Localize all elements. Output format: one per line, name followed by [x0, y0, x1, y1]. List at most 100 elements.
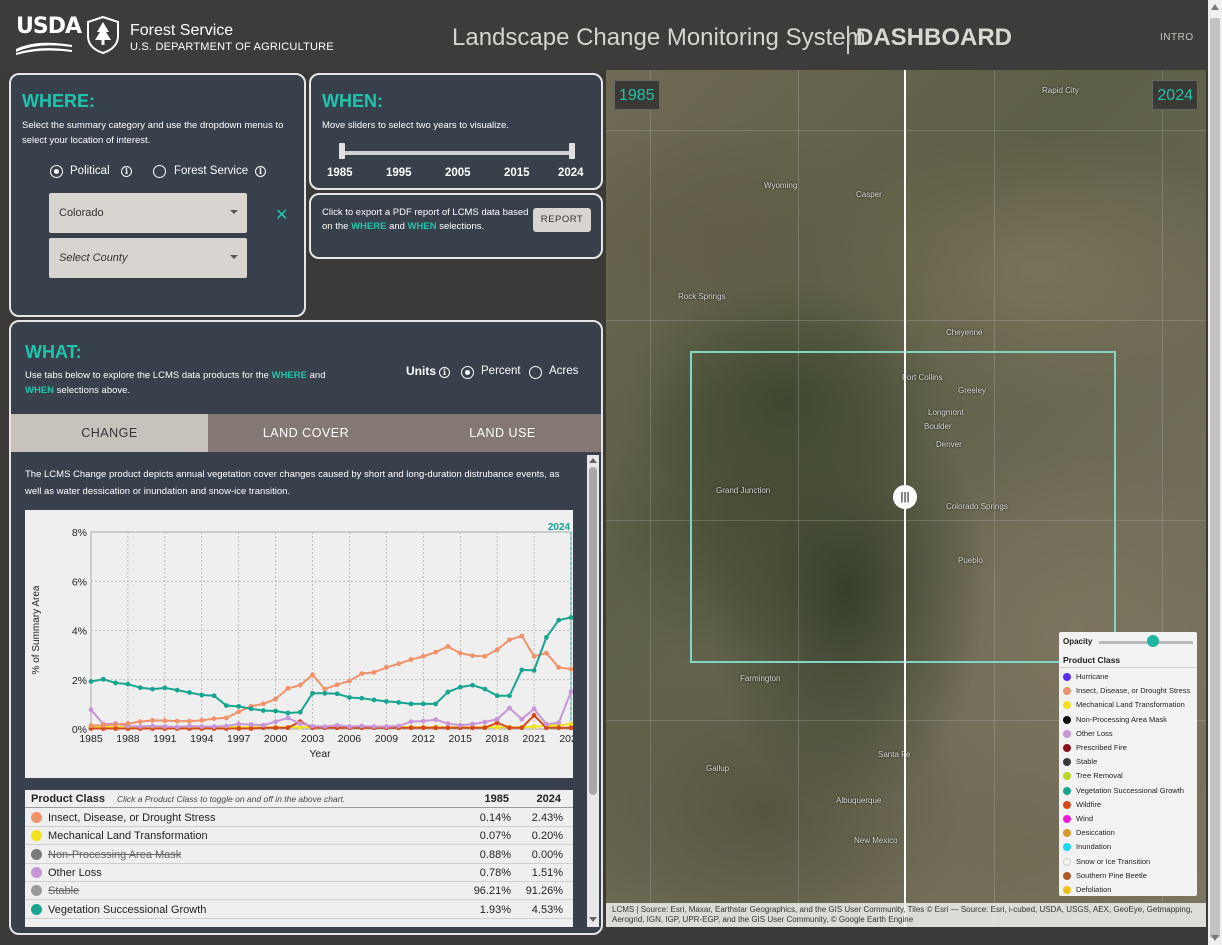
data-point-other-loss[interactable] [482, 719, 488, 725]
data-point-other-loss[interactable] [531, 706, 537, 712]
map-view[interactable]: Rapid City Wyoming Casper Rock Springs Cheye… [606, 70, 1206, 927]
scroll-up-arrow-icon[interactable] [589, 458, 597, 463]
data-point-vegetation-successional-growth[interactable] [273, 708, 279, 714]
data-point-vegetation-successional-growth[interactable] [408, 701, 414, 707]
data-point-other-loss[interactable] [322, 724, 328, 729]
data-point-insect-disease-or-drought-stress[interactable] [531, 653, 537, 659]
data-point-vegetation-successional-growth[interactable] [347, 695, 352, 700]
table-row[interactable]: Stable 96.21% 91.26% [25, 882, 573, 901]
data-point-insect-disease-or-drought-stress[interactable] [457, 650, 463, 656]
data-point-insect-disease-or-drought-stress[interactable] [433, 649, 439, 655]
data-point-insect-disease-or-drought-stress[interactable] [396, 661, 402, 667]
tab-change[interactable]: CHANGE [11, 414, 208, 452]
county-dropdown[interactable]: Select County [49, 238, 247, 278]
report-button[interactable]: REPORT [533, 208, 591, 232]
data-point-vegetation-successional-growth[interactable] [359, 695, 365, 701]
political-radio[interactable] [50, 165, 63, 178]
data-point-wildfire[interactable] [531, 713, 537, 718]
data-point-wildfire[interactable] [236, 726, 242, 731]
data-point-insect-disease-or-drought-stress[interactable] [359, 671, 365, 676]
data-point-vegetation-successional-growth[interactable] [322, 690, 328, 696]
data-point-insect-disease-or-drought-stress[interactable] [162, 718, 168, 724]
what-panel-scrollbar[interactable] [587, 455, 599, 927]
data-point-vegetation-successional-growth[interactable] [260, 708, 266, 713]
data-point-insect-disease-or-drought-stress[interactable] [137, 719, 143, 725]
tab-land-cover[interactable]: LAND COVER [208, 414, 404, 452]
data-point-vegetation-successional-growth[interactable] [310, 690, 315, 696]
data-point-vegetation-successional-growth[interactable] [334, 691, 340, 697]
data-point-insect-disease-or-drought-stress[interactable] [174, 718, 180, 724]
window-scrollbar[interactable] [1208, 0, 1222, 945]
data-point-other-loss[interactable] [359, 723, 365, 729]
data-point-other-loss[interactable] [310, 723, 315, 729]
data-point-vegetation-successional-growth[interactable] [162, 685, 168, 691]
data-point-insect-disease-or-drought-stress[interactable] [371, 669, 377, 675]
forest-service-radio-label[interactable]: Forest Service [174, 165, 248, 177]
data-point-insect-disease-or-drought-stress[interactable] [285, 685, 291, 691]
data-point-other-loss[interactable] [297, 721, 303, 726]
data-point-other-loss[interactable] [187, 723, 192, 729]
data-point-insect-disease-or-drought-stress[interactable] [482, 653, 488, 659]
data-point-other-loss[interactable] [174, 724, 180, 730]
data-point-wildfire[interactable] [556, 725, 562, 731]
opacity-slider[interactable] [1099, 641, 1193, 644]
political-radio-label[interactable]: Political [70, 165, 110, 177]
acres-radio-label[interactable]: Acres [549, 365, 578, 377]
data-point-other-loss[interactable] [543, 721, 549, 727]
data-point-other-loss[interactable] [211, 724, 217, 729]
data-point-vegetation-successional-growth[interactable] [457, 684, 463, 690]
data-point-wildfire[interactable] [408, 725, 414, 731]
data-point-vegetation-successional-growth[interactable] [543, 634, 549, 640]
data-point-vegetation-successional-growth[interactable] [383, 699, 389, 704]
data-point-vegetation-successional-growth[interactable] [371, 697, 377, 703]
start-year-handle[interactable] [339, 143, 345, 159]
data-point-vegetation-successional-growth[interactable] [531, 667, 537, 673]
data-point-insect-disease-or-drought-stress[interactable] [445, 644, 451, 649]
data-point-insect-disease-or-drought-stress[interactable] [211, 716, 217, 722]
data-point-other-loss[interactable] [248, 722, 254, 727]
data-point-vegetation-successional-growth[interactable] [420, 701, 426, 707]
data-point-insect-disease-or-drought-stress[interactable] [494, 647, 500, 653]
data-point-other-loss[interactable] [470, 721, 475, 727]
data-point-vegetation-successional-growth[interactable] [211, 693, 217, 699]
data-point-other-loss[interactable] [334, 722, 340, 728]
data-point-vegetation-successional-growth[interactable] [445, 689, 451, 695]
data-point-insect-disease-or-drought-stress[interactable] [347, 678, 352, 684]
data-point-vegetation-successional-growth[interactable] [100, 676, 106, 682]
data-point-mechanical-land-transformation[interactable] [531, 724, 537, 729]
data-point-vegetation-successional-growth[interactable] [396, 700, 402, 705]
data-point-other-loss[interactable] [236, 721, 242, 727]
data-point-vegetation-successional-growth[interactable] [519, 667, 525, 673]
table-row[interactable]: Vegetation Successional Growth 1.93% 4.53% [25, 901, 573, 919]
data-point-vegetation-successional-growth[interactable] [248, 706, 254, 712]
data-point-insect-disease-or-drought-stress[interactable] [507, 637, 512, 643]
data-point-insect-disease-or-drought-stress[interactable] [310, 672, 315, 678]
data-point-insect-disease-or-drought-stress[interactable] [334, 682, 340, 688]
data-point-other-loss[interactable] [199, 724, 205, 729]
data-point-insect-disease-or-drought-stress[interactable] [125, 721, 131, 726]
scroll-down-arrow-icon[interactable] [589, 917, 597, 922]
percent-radio[interactable] [461, 366, 474, 379]
data-point-vegetation-successional-growth[interactable] [174, 687, 180, 693]
data-point-insect-disease-or-drought-stress[interactable] [556, 665, 562, 670]
data-point-insect-disease-or-drought-stress[interactable] [273, 696, 279, 702]
data-point-vegetation-successional-growth[interactable] [187, 690, 192, 695]
data-point-other-loss[interactable] [285, 715, 291, 721]
table-row[interactable]: Insect, Disease, or Drought Stress 0.14% 2… [25, 809, 573, 827]
clear-selection-icon[interactable]: ✕ [275, 205, 288, 225]
data-point-other-loss[interactable] [519, 716, 525, 722]
data-point-other-loss[interactable] [457, 722, 463, 728]
data-point-vegetation-successional-growth[interactable] [223, 703, 229, 709]
data-point-other-loss[interactable] [408, 719, 414, 725]
data-point-vegetation-successional-growth[interactable] [556, 617, 562, 623]
state-dropdown[interactable]: Colorado [49, 193, 247, 233]
data-point-wildfire[interactable] [285, 725, 291, 731]
data-point-other-loss[interactable] [260, 722, 266, 728]
data-point-wildfire[interactable] [507, 725, 512, 731]
forest-service-radio[interactable] [153, 165, 166, 178]
data-point-insect-disease-or-drought-stress[interactable] [420, 653, 426, 659]
data-point-insect-disease-or-drought-stress[interactable] [519, 633, 525, 639]
data-point-insect-disease-or-drought-stress[interactable] [260, 701, 266, 707]
data-point-vegetation-successional-growth[interactable] [236, 703, 242, 709]
data-point-vegetation-successional-growth[interactable] [297, 709, 303, 715]
